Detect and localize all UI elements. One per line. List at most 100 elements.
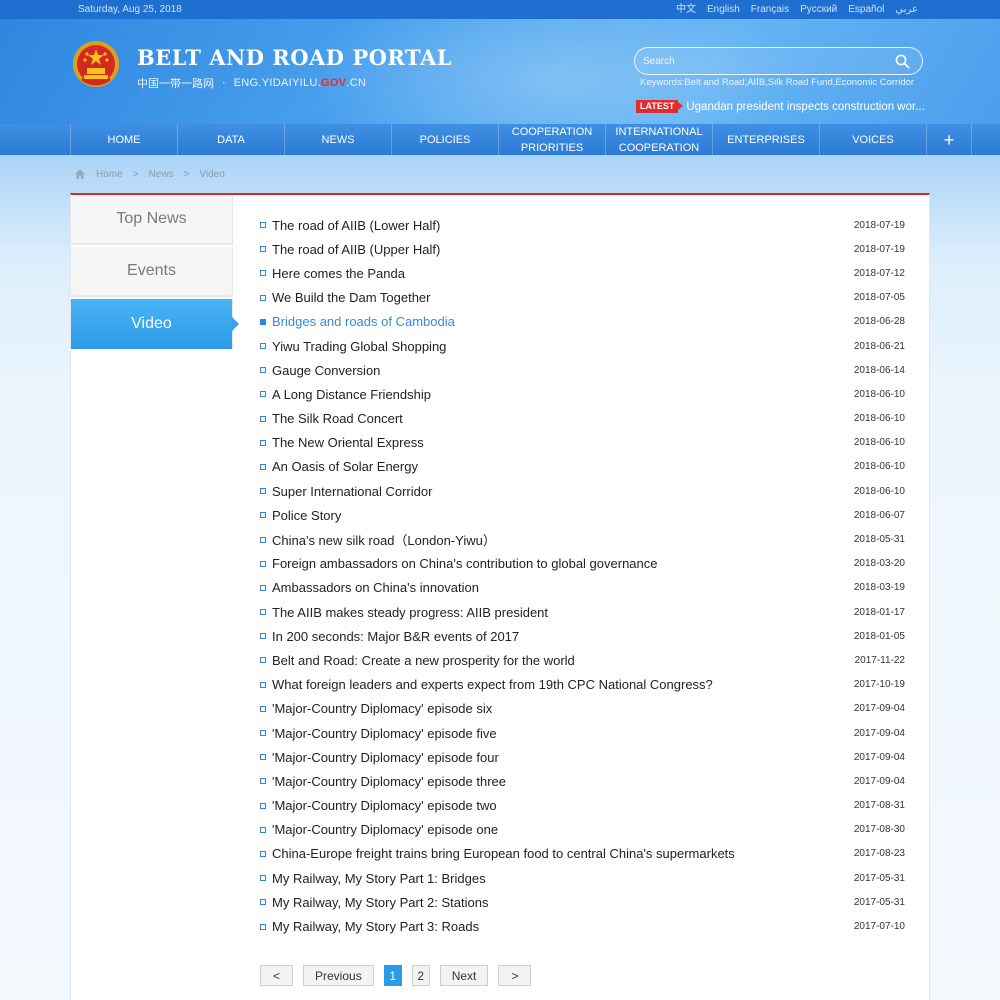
nav-more-plus-icon[interactable]: + xyxy=(926,124,972,155)
pager-first-button[interactable]: < xyxy=(260,965,293,986)
list-item-title[interactable]: 'Major-Country Diplomacy' episode six xyxy=(272,701,492,716)
list-item-title[interactable]: The road of AIIB (Upper Half) xyxy=(272,242,440,257)
list-item-title[interactable]: My Railway, My Story Part 3: Roads xyxy=(272,919,479,934)
list-item[interactable]: 'Major-Country Diplomacy' episode two 201… xyxy=(260,794,905,818)
list-item[interactable]: My Railway, My Story Part 2: Stations 201… xyxy=(260,890,905,914)
list-item[interactable]: Super International Corridor 2018-06-10 xyxy=(260,479,905,503)
list-item-title[interactable]: Police Story xyxy=(272,508,341,523)
list-item-title[interactable]: We Build the Dam Together xyxy=(272,290,431,305)
list-item[interactable]: The Silk Road Concert 2018-06-10 xyxy=(260,407,905,431)
list-item[interactable]: A Long Distance Friendship 2018-06-10 xyxy=(260,382,905,406)
lang-french[interactable]: Français xyxy=(751,0,789,19)
square-bullet-icon xyxy=(260,899,266,906)
national-emblem-icon[interactable] xyxy=(72,39,120,89)
top-bar: Saturday, Aug 25, 2018 中文 English França… xyxy=(0,0,1000,19)
list-item-title[interactable]: 'Major-Country Diplomacy' episode four xyxy=(272,750,499,765)
nav-cooperation-priorities[interactable]: COOPERATION PRIORITIES xyxy=(498,124,605,155)
list-item[interactable]: 'Major-Country Diplomacy' episode one 201… xyxy=(260,818,905,842)
list-item-title[interactable]: My Railway, My Story Part 2: Stations xyxy=(272,895,489,910)
list-item-title[interactable]: What foreign leaders and experts expect … xyxy=(272,677,713,692)
pager-next-button[interactable]: Next xyxy=(439,965,489,986)
pager-page-1[interactable]: 1 xyxy=(383,965,402,986)
breadcrumb-news[interactable]: News xyxy=(149,169,174,180)
list-item[interactable]: My Railway, My Story Part 3: Roads 2017-0… xyxy=(260,914,905,938)
list-item[interactable]: 'Major-Country Diplomacy' episode six 201… xyxy=(260,697,905,721)
nav-enterprises[interactable]: ENTERPRISES xyxy=(712,124,819,155)
list-item-title[interactable]: The Silk Road Concert xyxy=(272,411,403,426)
pager-page-2[interactable]: 2 xyxy=(411,965,430,986)
list-item[interactable]: 'Major-Country Diplomacy' episode four 20… xyxy=(260,745,905,769)
list-item[interactable]: The AIIB makes steady progress: AIIB pre… xyxy=(260,600,905,624)
list-item-title[interactable]: The New Oriental Express xyxy=(272,435,424,450)
list-item[interactable]: An Oasis of Solar Energy 2018-06-10 xyxy=(260,455,905,479)
list-item-title[interactable]: Belt and Road: Create a new prosperity f… xyxy=(272,653,575,668)
breadcrumb-separator: > xyxy=(183,168,190,180)
square-bullet-icon xyxy=(260,826,266,833)
lang-russian[interactable]: Русский xyxy=(800,0,837,19)
list-item-title[interactable]: The AIIB makes steady progress: AIIB pre… xyxy=(272,605,548,620)
lang-spanish[interactable]: Español xyxy=(848,0,884,19)
list-item[interactable]: My Railway, My Story Part 1: Bridges 2017… xyxy=(260,866,905,890)
list-item[interactable]: China's new silk road（London-Yiwu） 2018-0… xyxy=(260,527,905,551)
list-item-title[interactable]: Yiwu Trading Global Shopping xyxy=(272,339,446,354)
list-item[interactable]: The New Oriental Express 2018-06-10 xyxy=(260,431,905,455)
list-item-title[interactable]: Here comes the Panda xyxy=(272,266,405,281)
search-icon[interactable] xyxy=(895,54,910,69)
sidebar-tab-events[interactable]: Events xyxy=(71,247,233,297)
list-item-title[interactable]: China's new silk road（London-Yiwu） xyxy=(272,530,496,549)
list-item-title[interactable]: Super International Corridor xyxy=(272,484,432,499)
nav-policies[interactable]: POLICIES xyxy=(391,124,498,155)
list-item[interactable]: Here comes the Panda 2018-07-12 xyxy=(260,261,905,285)
list-item-title[interactable]: My Railway, My Story Part 1: Bridges xyxy=(272,871,486,886)
list-item[interactable]: Belt and Road: Create a new prosperity f… xyxy=(260,648,905,672)
list-item[interactable]: China-Europe freight trains bring Europe… xyxy=(260,842,905,866)
list-item-title[interactable]: Gauge Conversion xyxy=(272,363,380,378)
lang-arabic[interactable]: عربي xyxy=(895,0,918,19)
list-item[interactable]: What foreign leaders and experts expect … xyxy=(260,673,905,697)
list-item[interactable]: Bridges and roads of Cambodia 2018-06-28 xyxy=(260,310,905,334)
list-item-title[interactable]: Foreign ambassadors on China's contribut… xyxy=(272,556,658,571)
list-item[interactable]: In 200 seconds: Major B&R events of 2017… xyxy=(260,624,905,648)
list-item-date: 2018-07-19 xyxy=(853,219,905,231)
list-item-title[interactable]: The road of AIIB (Lower Half) xyxy=(272,218,440,233)
list-item-title[interactable]: In 200 seconds: Major B&R events of 2017 xyxy=(272,629,519,644)
sidebar-tab-video[interactable]: Video xyxy=(71,299,239,349)
list-item-title[interactable]: 'Major-Country Diplomacy' episode three xyxy=(272,774,506,789)
list-item[interactable]: 'Major-Country Diplomacy' episode three 2… xyxy=(260,769,905,793)
list-item[interactable]: The road of AIIB (Lower Half) 2018-07-19 xyxy=(260,213,905,237)
nav-international-cooperation[interactable]: INTERNATIONAL COOPERATION xyxy=(605,124,712,155)
nav-data[interactable]: DATA xyxy=(177,124,284,155)
url-suffix: .CN xyxy=(346,77,367,89)
list-item[interactable]: Police Story 2018-06-07 xyxy=(260,503,905,527)
list-item[interactable]: Gauge Conversion 2018-06-14 xyxy=(260,358,905,382)
list-item-title[interactable]: 'Major-Country Diplomacy' episode two xyxy=(272,798,497,813)
list-item-title[interactable]: China-Europe freight trains bring Europe… xyxy=(272,846,735,861)
pager-previous-button[interactable]: Previous xyxy=(303,965,374,986)
breadcrumb-home[interactable]: Home xyxy=(96,169,123,180)
list-item[interactable]: We Build the Dam Together 2018-07-05 xyxy=(260,286,905,310)
latest-news-link[interactable]: Ugandan president inspects construction … xyxy=(686,101,924,113)
lang-chinese[interactable]: 中文 xyxy=(676,0,696,19)
pager-last-button[interactable]: > xyxy=(498,965,532,986)
list-item-title[interactable]: Bridges and roads of Cambodia xyxy=(272,314,455,329)
list-item[interactable]: The road of AIIB (Upper Half) 2018-07-19 xyxy=(260,237,905,261)
site-title[interactable]: BELT AND ROAD PORTAL xyxy=(137,45,452,70)
nav-voices[interactable]: VOICES xyxy=(819,124,926,155)
nav-home[interactable]: HOME xyxy=(70,124,177,155)
search-input[interactable] xyxy=(643,52,883,70)
list-item-title[interactable]: 'Major-Country Diplomacy' episode one xyxy=(272,822,498,837)
nav-news[interactable]: NEWS xyxy=(284,124,391,155)
sidebar-tab-top-news[interactable]: Top News xyxy=(71,195,233,245)
home-icon[interactable] xyxy=(74,168,86,180)
latest-badge: LATEST xyxy=(636,100,684,113)
list-item[interactable]: Yiwu Trading Global Shopping 2018-06-21 xyxy=(260,334,905,358)
lang-english[interactable]: English xyxy=(707,0,740,19)
breadcrumb: Home > News > Video xyxy=(74,168,225,180)
list-item-title[interactable]: Ambassadors on China's innovation xyxy=(272,580,479,595)
list-item[interactable]: Foreign ambassadors on China's contribut… xyxy=(260,552,905,576)
list-item-title[interactable]: A Long Distance Friendship xyxy=(272,387,431,402)
list-item[interactable]: Ambassadors on China's innovation 2018-03… xyxy=(260,576,905,600)
list-item[interactable]: 'Major-Country Diplomacy' episode five 20… xyxy=(260,721,905,745)
list-item-title[interactable]: 'Major-Country Diplomacy' episode five xyxy=(272,726,497,741)
list-item-title[interactable]: An Oasis of Solar Energy xyxy=(272,459,418,474)
